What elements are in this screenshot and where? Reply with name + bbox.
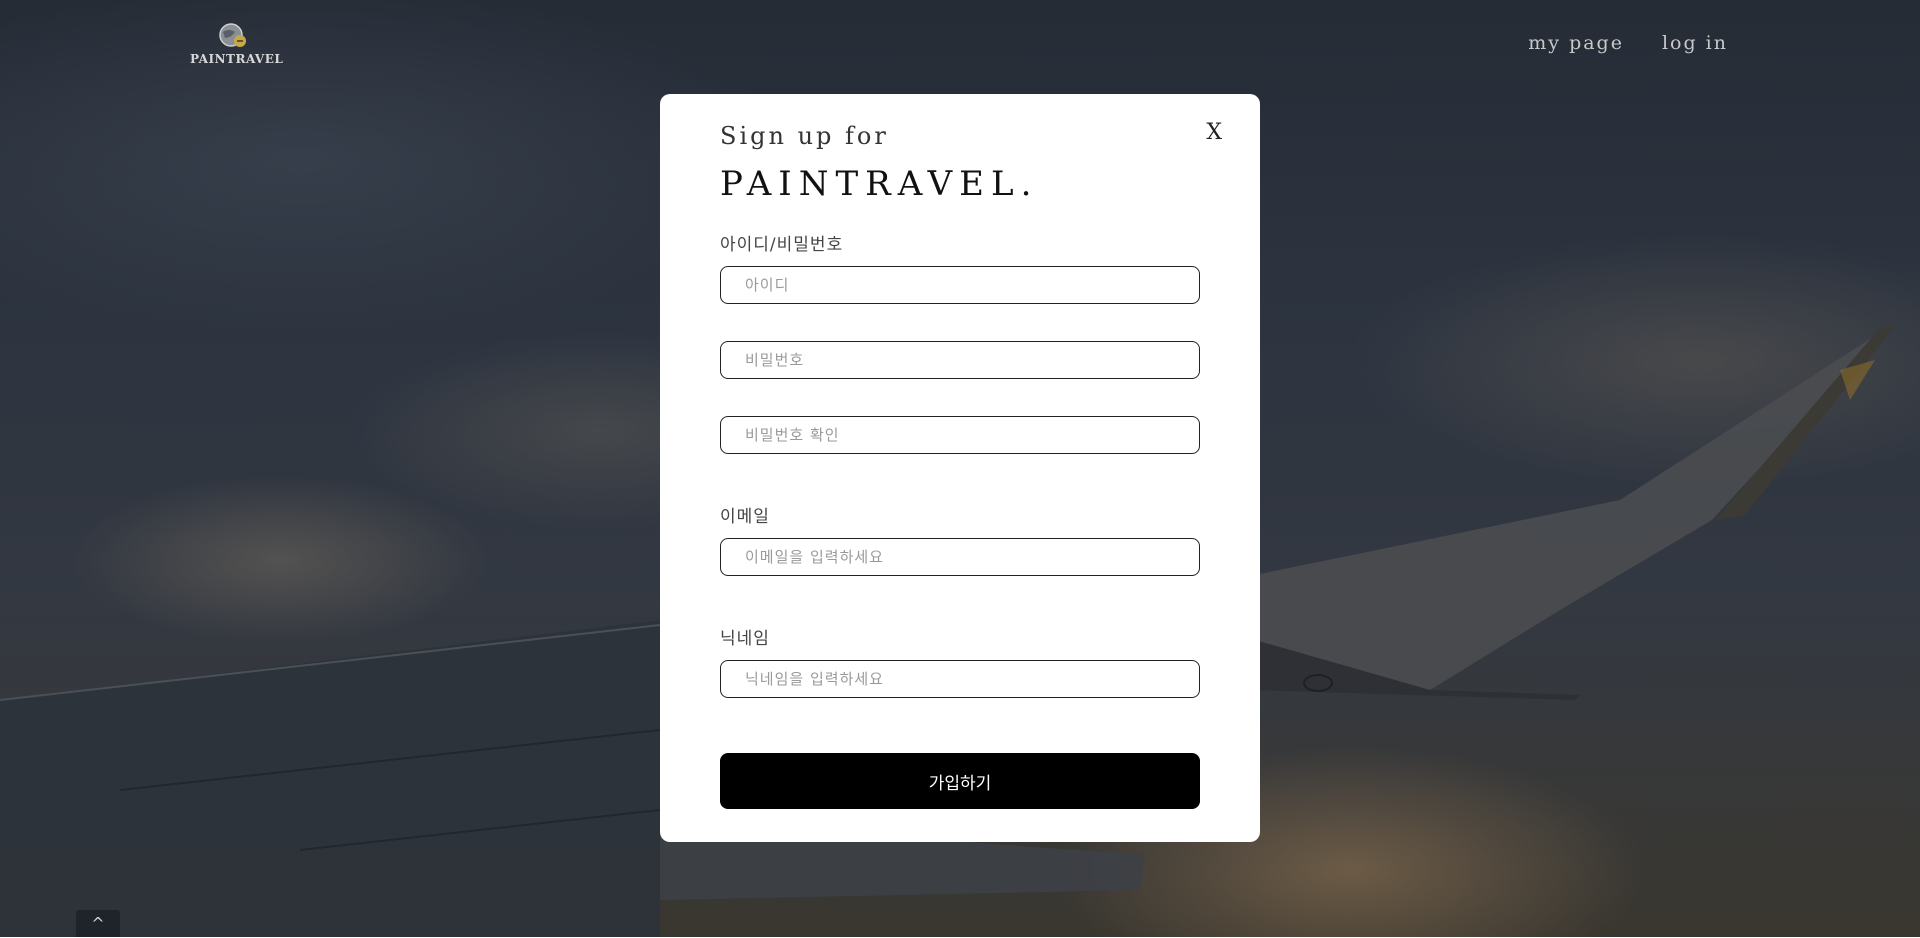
chevron-up-icon: ^	[91, 914, 105, 933]
top-navigation: my page log in	[1528, 32, 1728, 54]
id-password-label: 아이디/비밀번호	[720, 235, 844, 255]
site-logo[interactable]: PAINTRAVEL	[190, 20, 284, 66]
nickname-label: 닉네임	[720, 629, 770, 649]
nickname-input[interactable]	[720, 660, 1200, 698]
id-input[interactable]	[720, 266, 1200, 304]
signup-modal: X Sign up for PAINTRAVEL. 아이디/비밀번호 이메일 닉…	[660, 94, 1260, 842]
globe-paint-logo-icon	[219, 23, 246, 47]
logo-text: PAINTRAVEL	[190, 52, 284, 66]
nav-log-in-link[interactable]: log in	[1662, 32, 1728, 54]
password-input[interactable]	[720, 341, 1200, 379]
modal-subtitle: Sign up for	[720, 122, 889, 150]
nav-my-page-link[interactable]: my page	[1528, 32, 1624, 54]
email-input[interactable]	[720, 538, 1200, 576]
close-button[interactable]: X	[1206, 120, 1222, 145]
email-label: 이메일	[720, 507, 770, 527]
modal-title: PAINTRAVEL.	[720, 164, 1039, 204]
scroll-to-top-button[interactable]: ^	[76, 910, 120, 937]
password-confirm-input[interactable]	[720, 416, 1200, 454]
signup-submit-button[interactable]: 가입하기	[720, 753, 1200, 809]
